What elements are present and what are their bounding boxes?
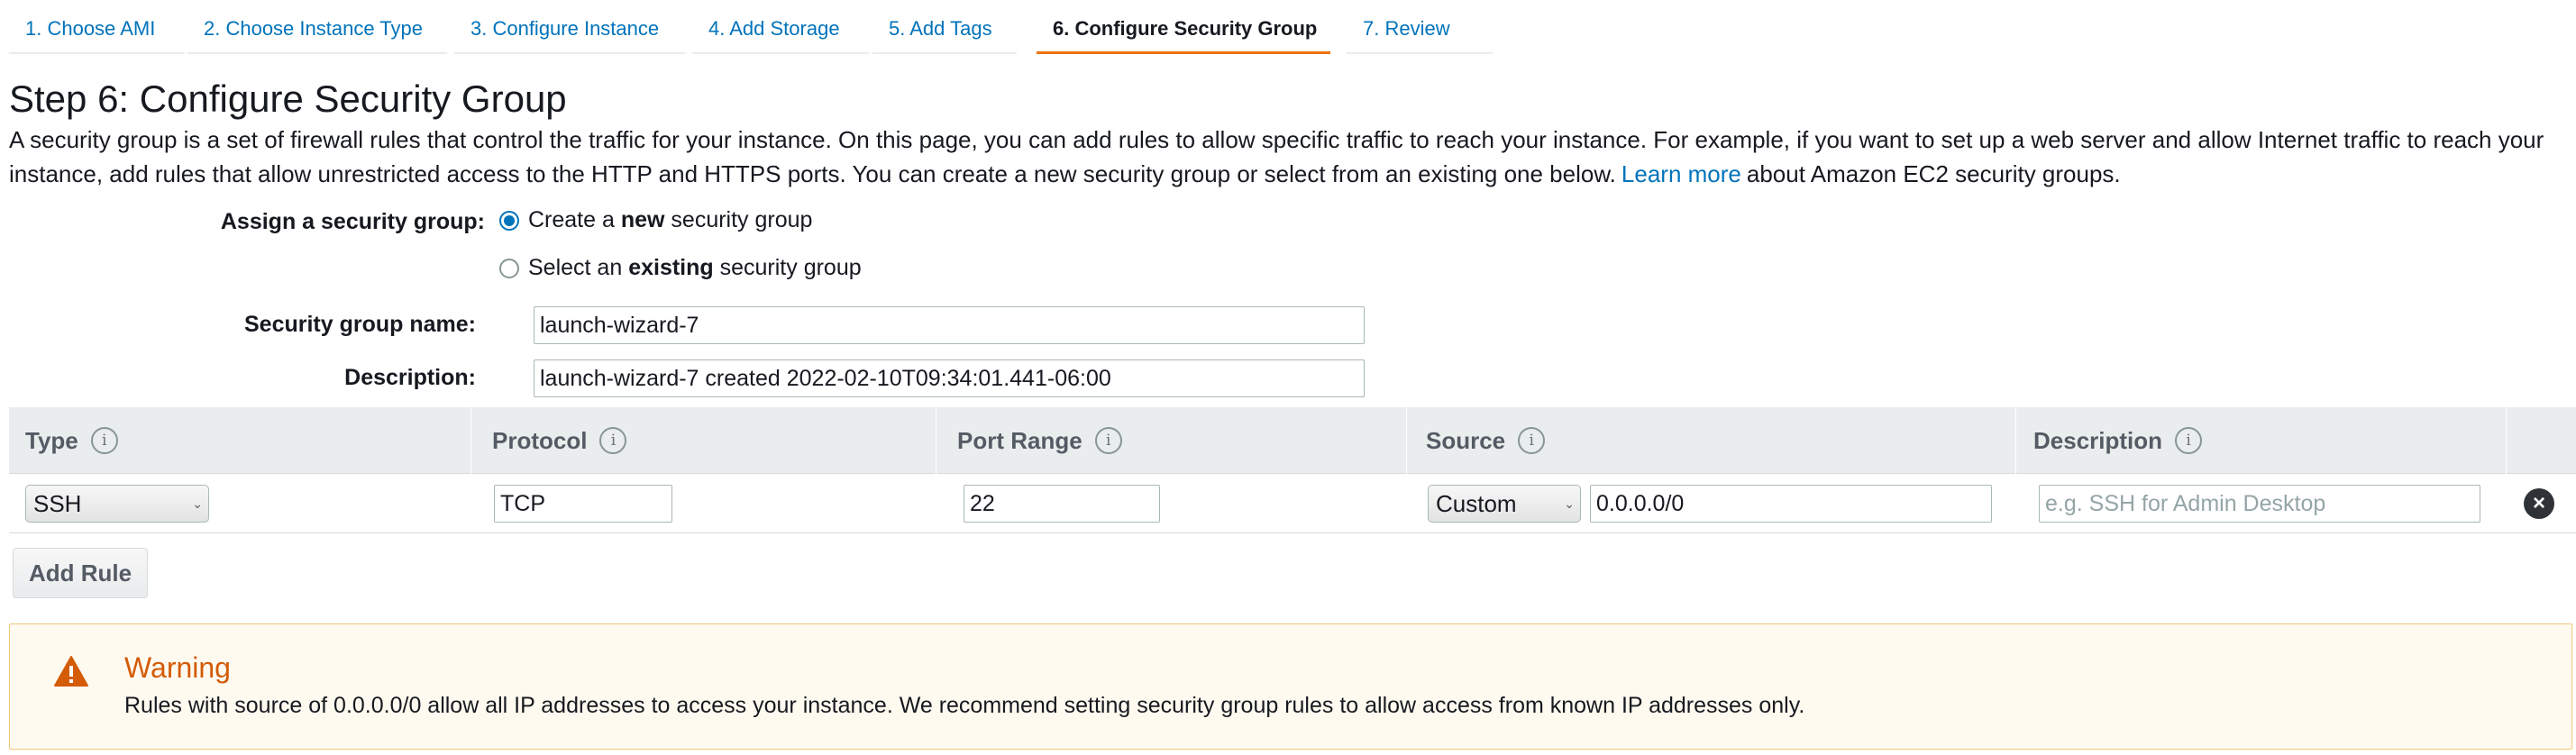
page-title: Step 6: Configure Security Group [9,77,567,120]
column-header-port-range-label: Port Range [957,427,1082,454]
security-group-name-input[interactable] [534,306,1365,344]
select-existing-bold: existing [628,255,714,280]
tab-configure-instance[interactable]: 3. Configure Instance [454,0,685,54]
tab-configure-security-group[interactable]: 6. Configure Security Group [1037,0,1330,54]
radio-create-new[interactable] [499,210,519,231]
tab-choose-ami[interactable]: 1. Choose AMI [9,0,185,54]
tab-add-storage[interactable]: 4. Add Storage [692,0,869,54]
chevron-down-icon: ⌄ [1564,496,1575,511]
tab-review[interactable]: 7. Review [1347,0,1493,54]
rule-type-select[interactable]: SSH ⌄ [25,485,209,523]
rule-protocol-input[interactable] [494,485,672,523]
column-header-type: Type i [25,407,118,474]
column-header-type-label: Type [25,427,78,454]
rule-description-input[interactable] [2039,485,2480,523]
warning-text: Rules with source of 0.0.0.0/0 allow all… [124,693,1805,718]
chevron-down-icon: ⌄ [192,496,203,511]
info-icon[interactable]: i [90,427,118,454]
column-header-protocol: Protocol i [492,407,627,474]
rules-table-header: Type i Protocol i Port Range i Source i … [9,407,2576,474]
info-icon[interactable]: i [1518,427,1546,454]
rule-port-range-input[interactable] [964,485,1160,523]
column-header-source-label: Source [1426,427,1506,454]
rule-source-cidr-input[interactable] [1590,485,1992,523]
warning-title: Warning [124,651,231,684]
description-input[interactable] [534,359,1365,397]
create-new-bold: new [620,207,665,232]
column-header-description: Description i [2033,407,2203,474]
radio-select-existing[interactable] [499,258,519,278]
tab-choose-instance-type[interactable]: 2. Choose Instance Type [187,0,447,54]
column-divider [1406,407,1407,474]
column-header-port-range: Port Range i [957,407,1122,474]
tab-add-tags[interactable]: 5. Add Tags [872,0,1017,54]
rule-source-mode: Custom [1436,490,1517,517]
create-new-prefix: Create a [528,207,621,232]
description-label: Description: [344,365,476,390]
create-new-suffix: security group [664,207,813,232]
rule-type-value: SSH [33,490,82,517]
close-circle-icon[interactable]: × [2524,488,2554,519]
intro-text: A security group is a set of firewall ru… [9,126,2544,187]
column-divider [2015,407,2016,474]
add-rule-button[interactable]: Add Rule [13,548,148,598]
intro-paragraph: A security group is a set of firewall ru… [9,123,2569,191]
info-icon[interactable]: i [1094,427,1122,454]
option-create-new-group[interactable]: Create a new security group [499,207,812,233]
select-existing-suffix: security group [713,255,862,280]
info-icon[interactable]: i [2175,427,2203,454]
option-select-existing-group[interactable]: Select an existing security group [499,255,862,281]
select-existing-prefix: Select an [528,255,629,280]
assign-security-group-label: Assign a security group: [220,209,485,234]
column-divider [2506,407,2507,474]
column-header-source: Source i [1426,407,1546,474]
column-header-description-label: Description [2033,427,2163,454]
security-group-name-label: Security group name: [244,312,476,337]
intro-suffix: about Amazon EC2 security groups. [1746,160,2121,187]
column-header-protocol-label: Protocol [492,427,588,454]
learn-more-link[interactable]: Learn more [1621,160,1741,187]
rule-source-select[interactable]: Custom ⌄ [1428,485,1581,523]
warning-alert: Warning Rules with source of 0.0.0.0/0 a… [9,623,2572,750]
info-icon[interactable]: i [599,427,627,454]
warning-triangle-icon [54,656,88,687]
column-divider [470,407,471,474]
